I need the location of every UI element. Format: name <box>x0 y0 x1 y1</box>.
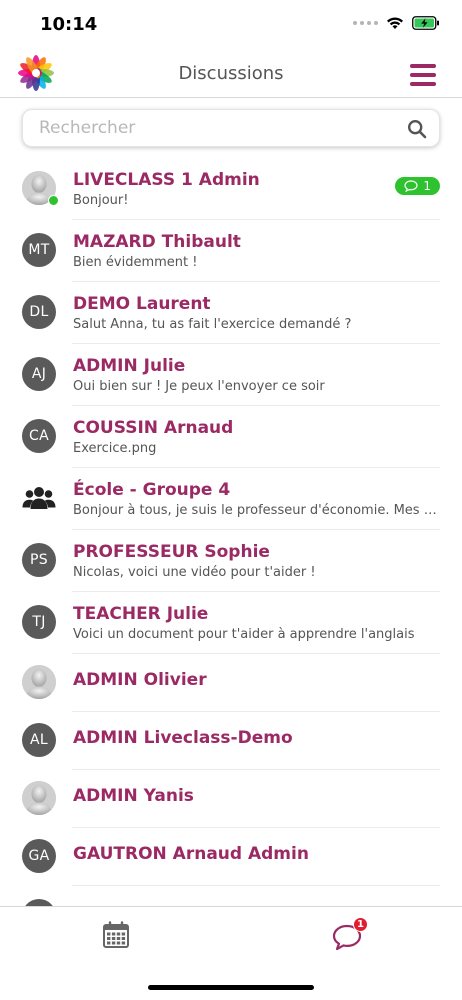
default-avatar-icon <box>22 665 56 699</box>
conversation-item[interactable]: CA COUSSIN Arnaud Exercice.png <box>0 406 462 468</box>
group-icon <box>22 487 56 509</box>
conversation-preview: Bonjour à tous, je suis le professeur d'… <box>73 503 440 518</box>
conversation-preview: Nicolas, voici une vidéo pour t'aider ! <box>73 565 316 580</box>
status-bar: 10:14 <box>0 0 462 50</box>
menu-icon-bar <box>410 73 436 77</box>
conversation-item[interactable]: LIVECLASS 1 Admin Bonjour! 1 <box>0 158 462 220</box>
search-icon[interactable] <box>407 119 427 139</box>
conversation-item[interactable]: ADMIN Yanis <box>0 770 462 828</box>
conversation-name: PROFESSEUR Sophie <box>73 542 270 562</box>
conversation-item[interactable]: MT MAZARD Thibault Bien évidemment ! <box>0 220 462 282</box>
conversation-item[interactable]: AJ ADMIN Julie Oui bien sur ! Je peux l'en… <box>0 344 462 406</box>
status-time: 10:14 <box>40 14 98 35</box>
conversation-name: ADMIN Liveclass-Demo <box>73 728 293 748</box>
avatar-initials: GA <box>22 839 56 873</box>
conversation-preview: Voici un document pour t'aider à apprend… <box>73 627 415 642</box>
search-bar <box>22 109 440 147</box>
conversation-list: LIVECLASS 1 Admin Bonjour! 1 MT MAZARD Thiba… <box>0 158 462 906</box>
unread-count-badge: 1 <box>395 177 440 195</box>
menu-button[interactable] <box>410 64 436 86</box>
conversation-name: ADMIN Olivier <box>73 670 207 690</box>
cellular-signal-icon <box>353 21 378 25</box>
conversation-preview: Oui bien sur ! Je peux l'envoyer ce soir <box>73 379 325 394</box>
conversation-name: DEMO Laurent <box>73 294 211 314</box>
unread-count: 1 <box>423 179 431 193</box>
menu-icon-bar <box>410 64 436 68</box>
default-avatar-icon <box>22 781 56 815</box>
avatar-initials: AJ <box>22 357 56 391</box>
home-indicator <box>148 985 314 990</box>
status-icons <box>353 16 440 30</box>
conversation-name: ADMIN Yanis <box>73 786 194 806</box>
conversation-name: ADMIN Julie <box>73 356 186 376</box>
avatar-initials: CA <box>22 419 56 453</box>
avatar <box>22 665 56 699</box>
conversation-item[interactable]: GA GAUTRON Arnaud Admin <box>0 828 462 886</box>
search-input[interactable] <box>39 110 399 146</box>
unread-notification-badge: 1 <box>353 917 368 932</box>
conversation-preview: Bonjour! <box>73 193 129 208</box>
page-title: Discussions <box>178 63 284 84</box>
menu-icon-bar <box>410 82 436 86</box>
calendar-tab-icon[interactable] <box>102 921 130 949</box>
conversation-item[interactable]: DL DEMO Laurent Salut Anna, tu as fait l'e… <box>0 282 462 344</box>
conversation-item[interactable]: AL ADMIN Liveclass-Demo <box>0 712 462 770</box>
battery-charging-icon <box>412 16 439 30</box>
avatar-initials: TJ <box>22 605 56 639</box>
wifi-icon <box>387 17 403 29</box>
avatar <box>22 899 56 906</box>
conversation-name: LIVECLASS 1 Admin <box>73 170 260 190</box>
app-header: Discussions <box>0 50 462 98</box>
avatar-initials: AL <box>22 723 56 757</box>
conversation-name: TEACHER Julie <box>73 604 209 624</box>
conversation-preview: Salut Anna, tu as fait l'exercice demand… <box>73 317 352 332</box>
online-status-indicator <box>48 195 59 206</box>
conversation-preview: Bien évidemment ! <box>73 255 198 270</box>
conversation-name: COUSSIN Arnaud <box>73 418 234 438</box>
conversation-preview: Exercice.png <box>73 441 157 456</box>
avatar-initials: MT <box>22 233 56 267</box>
screen: 10:14 Discussions Rechercher LIVECLASS 1… <box>0 0 462 1000</box>
conversation-item[interactable]: ADMIN Olivier <box>0 654 462 712</box>
tab-bar: 1 <box>0 906 462 1000</box>
conversation-name: GAUTRON Arnaud Admin <box>73 844 309 864</box>
chat-bubble-icon <box>404 180 418 192</box>
avatar-initials: PS <box>22 543 56 577</box>
conversation-name: École - Groupe 4 <box>73 480 231 500</box>
conversation-item-partial[interactable] <box>0 886 462 906</box>
avatar-initials: DL <box>22 295 56 329</box>
conversation-item[interactable]: École - Groupe 4 Bonjour à tous, je suis … <box>0 468 462 530</box>
conversation-item[interactable]: TJ TEACHER Julie Voici un document pour t'… <box>0 592 462 654</box>
conversation-item[interactable]: PS PROFESSEUR Sophie Nicolas, voici une vi… <box>0 530 462 592</box>
avatar <box>22 781 56 815</box>
group-avatar <box>22 481 56 515</box>
conversation-name: MAZARD Thibault <box>73 232 241 252</box>
